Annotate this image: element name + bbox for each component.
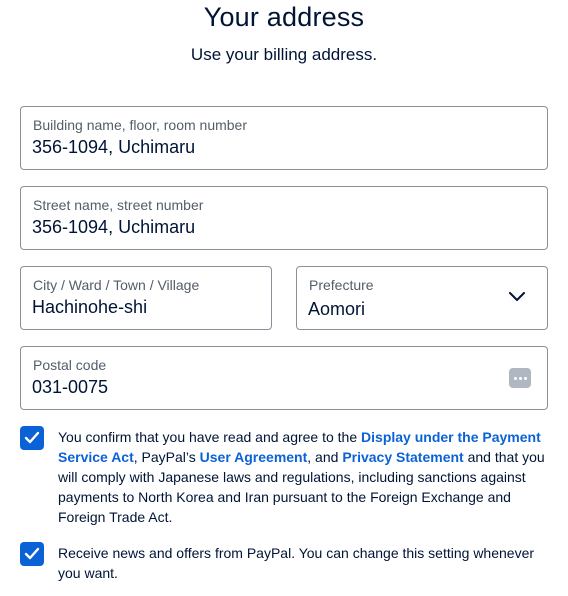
chevron-down-icon: [509, 292, 525, 301]
prefecture-value: Aomori: [308, 299, 366, 319]
news-opt-in-text: Receive news and offers from PayPal. You…: [58, 545, 535, 581]
password-manager-icon[interactable]: [509, 368, 531, 388]
page-title: Your address: [203, 2, 365, 32]
building-input[interactable]: [32, 137, 498, 158]
consent-text-part: , and: [307, 449, 343, 465]
city-input[interactable]: [32, 297, 222, 318]
checkmark-icon: [24, 431, 40, 444]
postal-code-label: Postal code: [33, 357, 107, 373]
consent-text-part: , PayPal’s: [133, 449, 200, 465]
prefecture-label: Prefecture: [309, 277, 374, 293]
postal-code-field[interactable]: Postal code: [20, 346, 548, 410]
street-label: Street name, street number: [33, 197, 204, 213]
street-input[interactable]: [32, 217, 498, 238]
user-agreement-link[interactable]: User Agreement: [200, 449, 308, 465]
consent-text: You confirm that you have read and agree…: [58, 427, 552, 527]
checkmark-icon: [24, 547, 40, 560]
building-label: Building name, floor, room number: [33, 117, 247, 133]
consent-checkbox[interactable]: [20, 426, 44, 450]
city-label: City / Ward / Town / Village: [33, 277, 200, 293]
page-subtitle: Use your billing address.: [190, 45, 378, 64]
street-field[interactable]: Street name, street number: [20, 186, 548, 250]
postal-code-input[interactable]: [32, 377, 498, 398]
consent-text-part: You confirm that you have read and agree…: [58, 429, 362, 445]
building-field[interactable]: Building name, floor, room number: [20, 106, 548, 170]
news-checkbox[interactable]: [20, 542, 44, 566]
city-field[interactable]: City / Ward / Town / Village: [20, 266, 272, 330]
prefecture-select[interactable]: Prefecture Aomori: [296, 266, 548, 330]
privacy-statement-link[interactable]: Privacy Statement: [342, 449, 463, 465]
